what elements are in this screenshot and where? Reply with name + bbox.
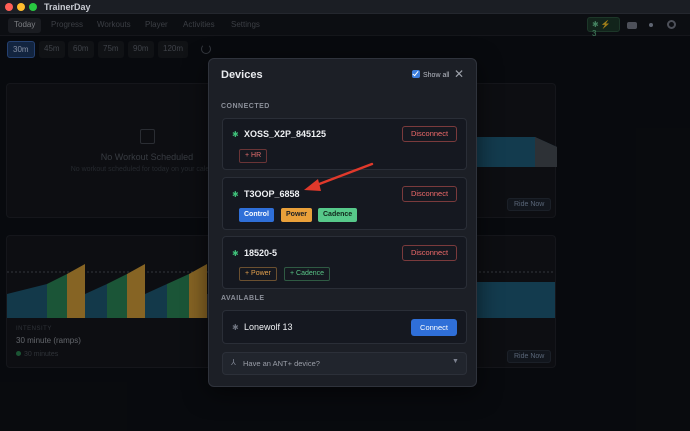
app-title: TrainerDay [44,2,91,12]
connect-button[interactable]: Connect [411,319,457,336]
device-name: XOSS_X2P_845125 [244,129,327,139]
modal-title: Devices [221,69,263,81]
show-all-toggle[interactable]: Show all [412,70,449,79]
power-feature-badge[interactable]: Power [281,208,313,222]
disconnect-button[interactable]: Disconnect [402,186,457,202]
disconnect-button[interactable]: Disconnect [402,245,457,261]
chevron-down-icon[interactable]: ▼ [452,358,459,365]
device-name: 18520-5 [244,248,278,258]
ant-icon: ⅄ [231,358,236,367]
available-section-label: AVAILABLE [221,295,265,302]
close-icon[interactable]: ✕ [454,68,464,80]
device-card-lonewolf: ✱ Lonewolf 13 Connect [222,310,467,344]
bluetooth-icon: ✱ [232,249,239,258]
checkbox-checked-icon[interactable] [412,70,420,78]
device-card-18520: ✱ 18520-5 Disconnect + Power + Cadence [222,236,467,289]
bluetooth-icon: ✱ [232,323,239,332]
bluetooth-icon: ✱ [232,130,239,139]
minimize-window-button[interactable] [17,3,25,11]
device-card-xoss: ✱ XOSS_X2P_845125 Disconnect + HR [222,118,467,170]
bluetooth-icon: ✱ [232,190,239,199]
add-hr-button[interactable]: + HR [239,149,268,163]
ant-device-expander[interactable]: ⅄ Have an ANT+ device? ▼ [222,352,467,375]
disconnect-button[interactable]: Disconnect [402,126,457,142]
close-window-button[interactable] [5,3,13,11]
devices-modal: Devices Show all ✕ CONNECTED ✱ XOSS_X2P_… [208,58,477,387]
add-power-button[interactable]: + Power [239,267,277,281]
add-cadence-button[interactable]: + Cadence [284,267,331,281]
connected-section-label: CONNECTED [221,103,270,110]
cadence-feature-badge[interactable]: Cadence [318,208,358,222]
window-titlebar: TrainerDay [0,0,690,14]
device-name: T3OOP_6858 [244,189,300,199]
device-name: Lonewolf 13 [244,322,293,332]
ant-prompt: Have an ANT+ device? [243,359,320,368]
zoom-window-button[interactable] [29,3,37,11]
device-card-t3oop: ✱ T3OOP_6858 Disconnect Control Power Ca… [222,177,467,230]
control-feature-badge[interactable]: Control [239,208,274,222]
